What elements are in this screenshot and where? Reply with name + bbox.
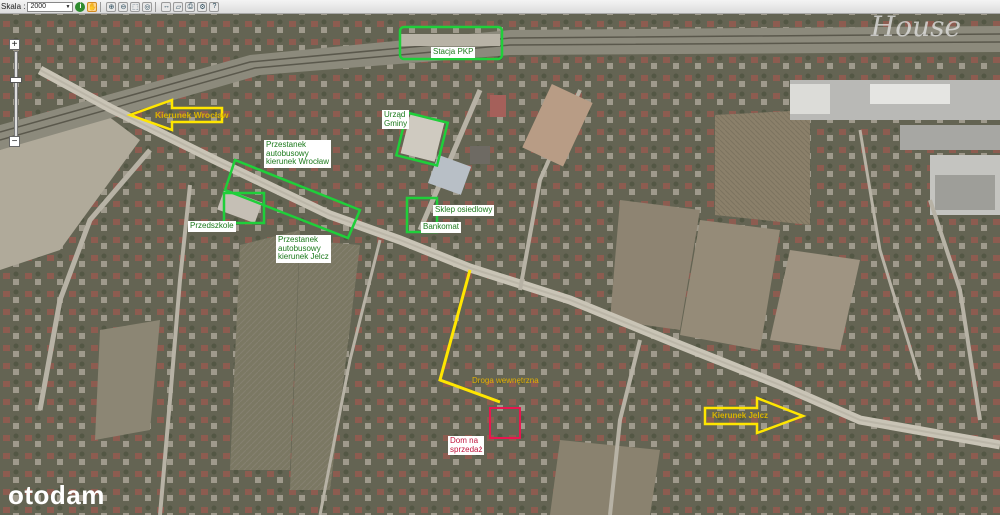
scale-value: 2000 bbox=[30, 3, 47, 10]
print-icon[interactable]: ⎙ bbox=[185, 1, 196, 12]
label-station: Stacja PKP bbox=[431, 47, 476, 58]
chevron-down-icon: ▼ bbox=[65, 3, 71, 10]
label-direction-west: Kierunek Wrocław bbox=[155, 110, 229, 120]
zoom-out-icon[interactable]: ⊖ bbox=[118, 1, 129, 12]
zoom-slider[interactable] bbox=[14, 51, 18, 137]
zoom-slider-thumb[interactable] bbox=[10, 77, 22, 83]
pan-hand-icon[interactable]: ✋ bbox=[87, 1, 98, 12]
zoom-in-icon[interactable]: ⊕ bbox=[106, 1, 117, 12]
distance-icon[interactable]: ↔ bbox=[161, 1, 172, 12]
brand-logo: otodam bbox=[8, 480, 105, 510]
label-bus-stop-wroclaw: Przestanek autobusowy kierunek Wrocław bbox=[264, 140, 331, 168]
station-platform bbox=[400, 34, 500, 46]
map-toolbar: Skala : 2000 ▼ i ✋ ⊕ ⊖ ⬚ ◎ ↔ ▱ ⎙ ⚙ ? bbox=[0, 0, 1000, 14]
field bbox=[550, 440, 660, 515]
satellite-map[interactable]: + − Stacja PKP Kierunek Wrocław Urząd Gm… bbox=[0, 14, 1000, 515]
info-icon[interactable]: i bbox=[75, 1, 86, 12]
label-kindergarten: Przedszkole bbox=[188, 221, 236, 232]
scale-select[interactable]: 2000 ▼ bbox=[27, 1, 74, 12]
zoom-control: + − bbox=[9, 39, 22, 147]
zoom-minus-button[interactable]: − bbox=[9, 136, 20, 147]
map-canvas bbox=[0, 14, 1000, 515]
area-icon[interactable]: ▱ bbox=[173, 1, 184, 12]
extent-icon[interactable]: ◎ bbox=[142, 1, 153, 12]
label-inner-road: Droga wewnętrzna bbox=[472, 376, 539, 385]
field bbox=[95, 320, 160, 440]
label-office: Urząd Gminy bbox=[382, 110, 410, 129]
label-direction-east: Kierunek Jelcz bbox=[712, 411, 769, 420]
label-shop: Sklep osiedlowy bbox=[433, 205, 495, 216]
label-bus-stop-jelcz: Przestanek autobusowy kierunek Jelcz bbox=[276, 235, 331, 263]
settings-icon[interactable]: ⚙ bbox=[197, 1, 208, 12]
scale-label: Skala : bbox=[1, 2, 26, 11]
label-atm: Bankomat bbox=[421, 222, 462, 233]
zoom-plus-button[interactable]: + bbox=[9, 39, 20, 50]
help-icon[interactable]: ? bbox=[209, 1, 220, 12]
label-house-for-sale: Dom na sprzedaż bbox=[448, 436, 485, 455]
field bbox=[230, 230, 300, 470]
zoom-box-icon[interactable]: ⬚ bbox=[130, 1, 141, 12]
field bbox=[715, 110, 810, 225]
